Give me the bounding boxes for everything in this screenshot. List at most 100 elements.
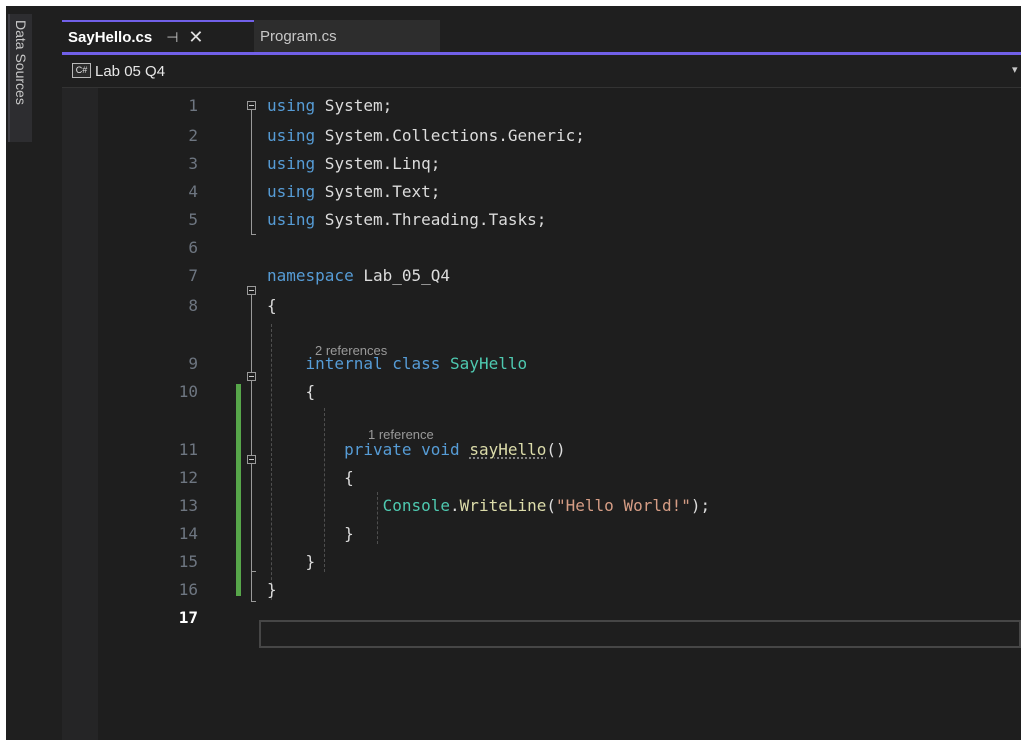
code-line: { [267,466,354,490]
code-token: } [267,552,316,571]
close-icon[interactable]: ✕ [188,27,203,48]
left-tool-strip: Data Sources [6,6,34,740]
tab-label: SayHello.cs [68,28,153,46]
code-line: using System; [267,94,392,118]
code-token: using [267,96,316,115]
code-line: using System.Threading.Tasks; [267,208,546,232]
ide-window: Data Sources SayHello.cs ⊣ ✕ Program.cs … [6,6,1021,740]
line-number: 9 [188,354,198,373]
code-token: using [267,182,316,201]
line-number: 14 [178,524,198,543]
code-line: } [267,578,277,602]
collapse-method-icon[interactable] [247,455,256,464]
line-number: 7 [188,266,198,285]
code-line: namespace Lab_05_Q4 [267,264,450,288]
outline-line [251,110,252,234]
csharp-project-icon: C# [72,63,91,78]
indicator-margin [62,88,98,740]
code-token: class [392,354,441,373]
line-number: 17 [178,608,198,627]
code-line: } [267,550,316,574]
code-line: using System.Text; [267,180,440,204]
left-gutter [34,6,62,740]
tab-label: Program.cs [260,27,337,45]
code-token: void [421,440,460,459]
code-token: ); [690,496,711,515]
code-token: "Hello World!" [556,496,691,515]
outline-end [251,571,256,572]
line-number: 6 [188,238,198,257]
code-token: System.Collections.Generic; [315,126,585,145]
code-token: } [267,524,354,543]
document-tab-strip: SayHello.cs ⊣ ✕ Program.cs [62,6,1021,55]
pin-icon[interactable]: ⊣ [166,29,178,46]
tab-program-cs[interactable]: Program.cs [254,20,440,52]
line-number: 3 [188,154,198,173]
code-token: WriteLine [459,496,547,515]
code-token: SayHello [450,354,528,373]
code-line: using System.Linq; [267,152,440,176]
code-token: System; [315,96,393,115]
code-token: System.Text; [315,182,441,201]
code-token: { [267,382,316,401]
line-number: 1 [188,96,198,115]
data-sources-label: Data Sources [13,20,29,105]
code-token: Lab_05_Q4 [353,266,451,285]
chevron-down-icon[interactable]: ▾ [1012,63,1018,76]
line-number: 16 [178,580,198,599]
outline-end [251,601,256,602]
code-token: . [450,496,460,515]
code-line: { [267,294,277,318]
code-line: using System.Collections.Generic; [267,124,585,148]
collapse-class-icon[interactable] [247,372,256,381]
code-token: using [267,154,316,173]
code-token: namespace [267,266,354,285]
line-number: 2 [188,126,198,145]
indent-guide [324,408,325,572]
collapse-namespace-icon[interactable] [247,286,256,295]
code-line: { [267,380,316,404]
current-line-highlight [259,620,1021,648]
navigation-bar: C# Lab 05 Q4 ▾ [62,55,1021,88]
line-number: 11 [178,440,198,459]
code-token: { [267,296,277,315]
code-token: } [267,580,277,599]
line-number: 15 [178,552,198,571]
line-number: 12 [178,468,198,487]
code-token: sayHello [469,440,547,459]
change-tracking-bar [236,384,241,596]
code-token: System.Linq; [315,154,441,173]
code-line: Console.WriteLine("Hello World!"); [267,494,711,518]
outline-line [251,464,252,514]
project-dropdown[interactable]: Lab 05 Q4 [95,63,165,80]
collapse-using-icon[interactable] [247,101,256,110]
code-token: using [267,210,316,229]
code-token: using [267,126,316,145]
line-number: 10 [178,382,198,401]
line-number: 4 [188,182,198,201]
code-token: { [267,468,354,487]
code-line: internal class SayHello [267,352,528,376]
code-line: } [267,522,354,546]
line-number: 5 [188,210,198,229]
line-number: 13 [178,496,198,515]
code-token: Console [382,496,451,515]
line-number: 8 [188,296,198,315]
editor-pane: SayHello.cs ⊣ ✕ Program.cs C# Lab 05 Q4 … [62,6,1021,740]
code-token: internal [305,354,383,373]
tab-sayhello-cs[interactable]: SayHello.cs ⊣ ✕ [62,20,254,52]
code-line: private void sayHello() [267,438,566,462]
code-editor[interactable]: 1 2 3 4 5 6 7 8 9 10 11 12 13 14 15 16 17 2 refer [62,88,1021,740]
data-sources-tab[interactable]: Data Sources [8,14,32,142]
code-token: () [546,440,566,459]
code-token: ( [546,496,557,515]
code-token: System.Threading.Tasks; [315,210,547,229]
outline-end [251,234,256,235]
